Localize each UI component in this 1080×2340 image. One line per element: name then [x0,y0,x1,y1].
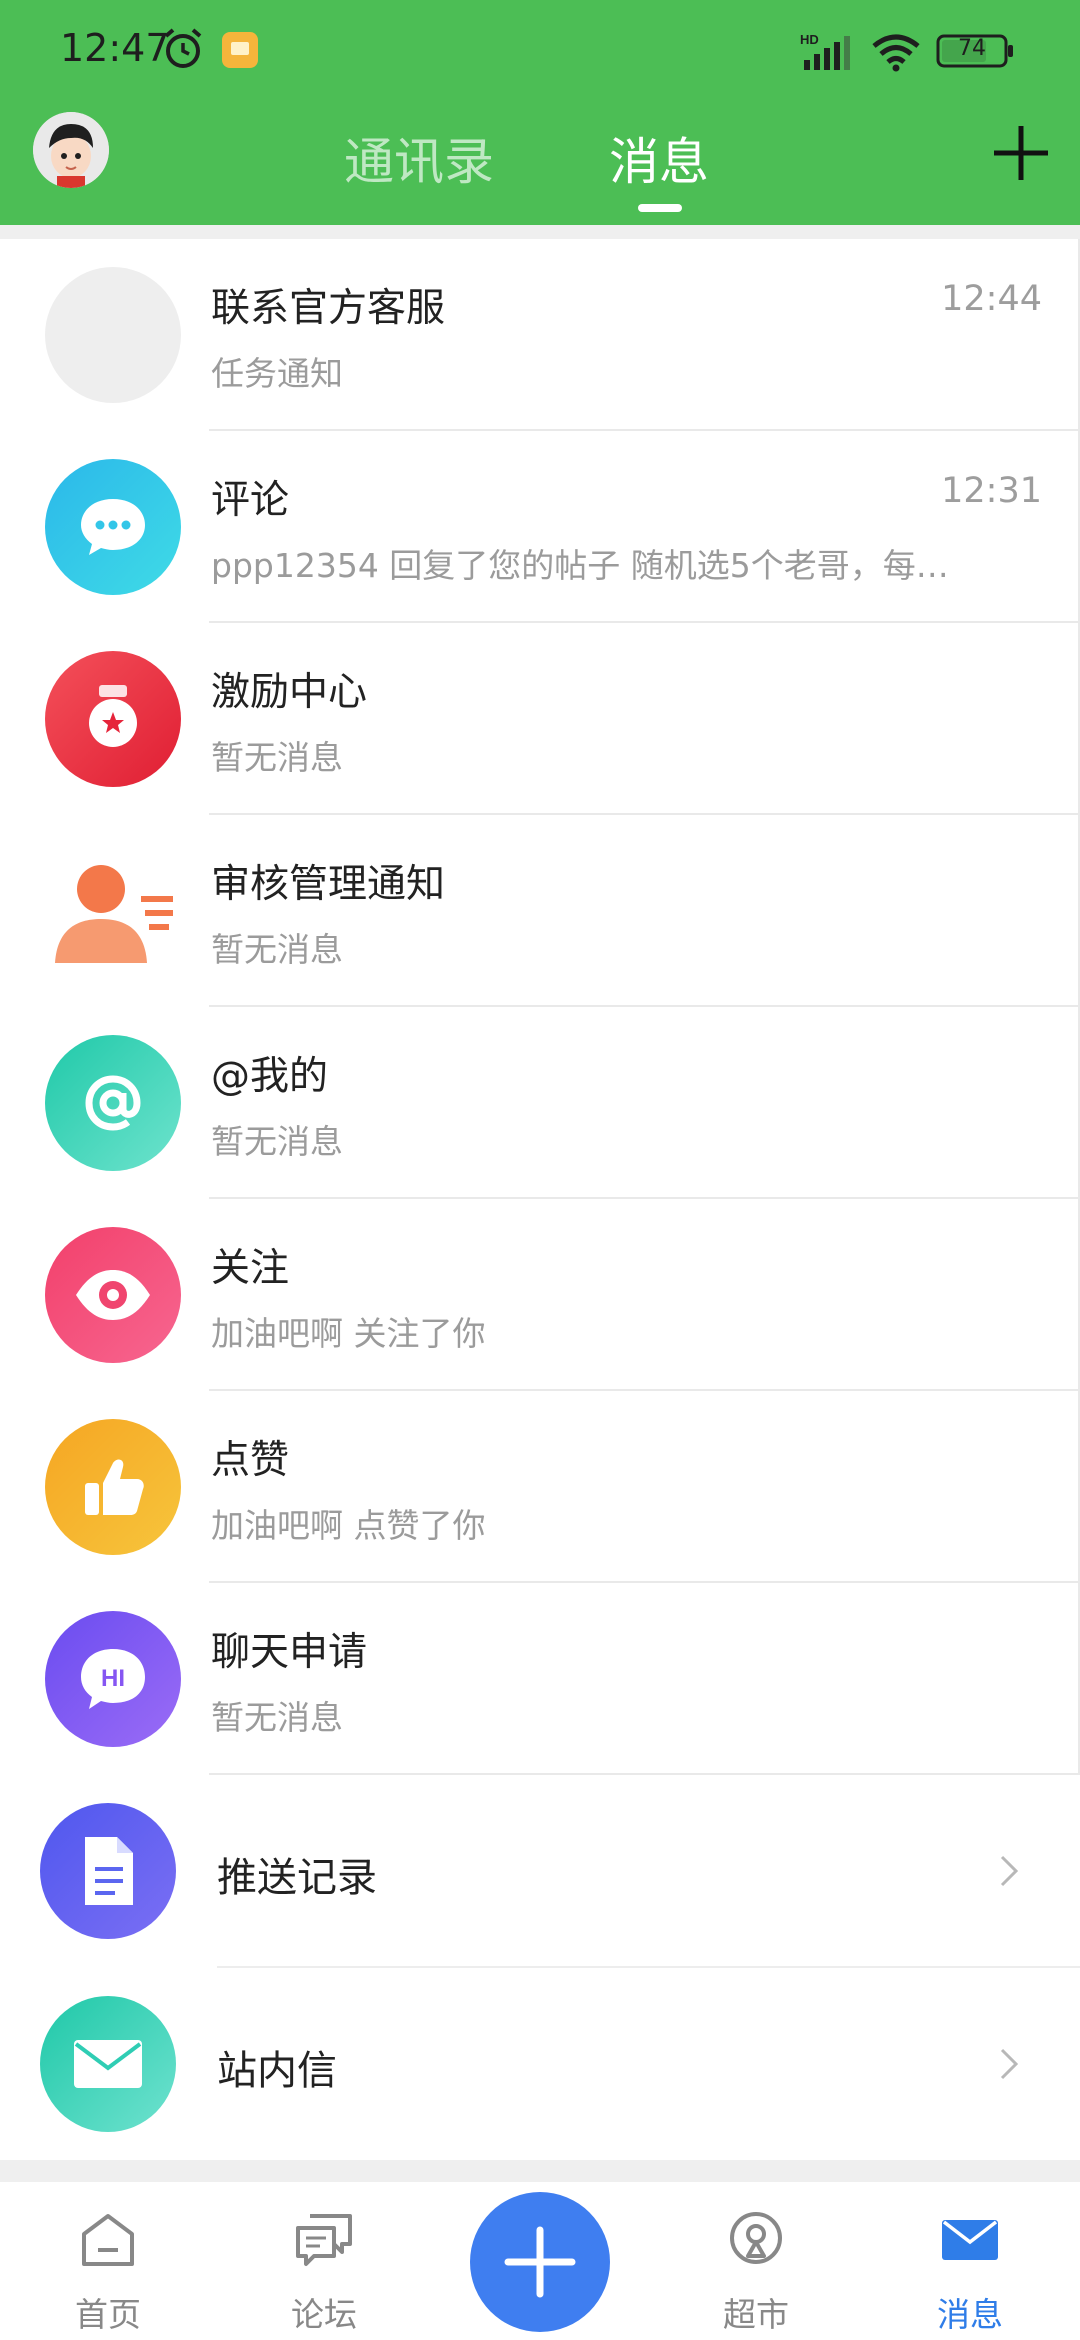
status-bar: 12:47 HD 74 [0,0,1080,100]
list-item-subtitle: 任务通知 [211,354,343,393]
list-item-subtitle: 暂无消息 [211,738,343,777]
list-item-review-notice[interactable]: 审核管理通知 暂无消息 [0,815,1080,1007]
svg-text:HD: HD [800,32,819,47]
eye-icon [45,1227,181,1363]
forum-icon [296,2214,352,2266]
plus-icon [504,2226,576,2298]
alarm-icon [164,28,202,68]
list-item-title: 审核管理通知 [211,862,446,907]
home-icon [82,2214,134,2266]
user-avatar[interactable] [33,112,109,188]
list-item-subtitle: 加油吧啊 关注了你 [211,1314,486,1353]
list-item-title: 点赞 [211,1438,290,1483]
placeholder-avatar-icon [45,267,181,403]
document-icon [40,1803,176,1939]
status-time: 12:47 [60,26,170,70]
list-item-subtitle: 暂无消息 [211,1698,343,1737]
nav-label: 超市 [723,2295,789,2334]
hi-bubble-icon: HI [45,1611,181,1747]
chevron-right-icon [1000,2048,1019,2080]
active-tab-indicator [638,204,682,212]
inbox-label: 站内信 [217,2048,337,2094]
nav-home[interactable]: 首页 [38,2182,178,2340]
list-item-comments[interactable]: 评论 ppp12354 回复了您的帖子 随机选5个老哥，每… 12:31 [0,431,1080,623]
list-item-subtitle: 加油吧啊 点赞了你 [211,1506,486,1545]
app-bar: 通讯录 消息 [0,100,1080,225]
medal-icon [45,651,181,787]
nav-messages[interactable]: 消息 [900,2182,1040,2340]
footer-divider [0,2160,1080,2182]
mail-icon [942,2220,998,2260]
nav-forum[interactable]: 论坛 [254,2182,394,2340]
push-history-label: 推送记录 [217,1855,377,1901]
list-item-mentions[interactable]: @我的 暂无消息 [0,1007,1080,1199]
nav-label: 论坛 [291,2295,357,2334]
list-item-time: 12:31 [941,471,1042,511]
tab-messages[interactable]: 消息 [609,122,709,194]
list-item-title: @我的 [211,1054,329,1099]
create-post-button[interactable] [470,2192,610,2332]
list-item-title: 激励中心 [211,670,368,715]
list-item-chat-request[interactable]: HI 聊天申请 暂无消息 [0,1583,1080,1775]
signal-icon: HD [800,32,850,70]
list-item-title: 关注 [211,1246,290,1291]
list-item-subtitle: 暂无消息 [211,930,343,969]
message-list: 联系官方客服 任务通知 12:44 评论 ppp12354 回复了您的帖子 随机… [0,239,1080,2161]
add-icon[interactable] [990,122,1052,184]
list-item-title: 评论 [211,478,290,523]
list-item-customer-service[interactable]: 联系官方客服 任务通知 12:44 [0,239,1080,431]
list-item-title: 聊天申请 [211,1630,368,1675]
list-item-time: 12:44 [941,279,1042,319]
market-icon [730,2212,782,2264]
battery-level: 74 [958,36,986,61]
list-item-subtitle: ppp12354 回复了您的帖子 随机选5个老哥，每… [211,546,949,585]
inbox-item[interactable]: 站内信 [0,1968,1080,2161]
wifi-icon [872,34,920,72]
header-divider [0,225,1080,239]
list-item-likes[interactable]: 点赞 加油吧啊 点赞了你 [0,1391,1080,1583]
bottom-navigation: 首页 论坛 超市 消息 [0,2182,1080,2340]
chat-bubble-icon [45,459,181,595]
nav-market[interactable]: 超市 [686,2182,826,2340]
thumbs-up-icon [45,1419,181,1555]
envelope-icon [40,1996,176,2132]
push-history-item[interactable]: 推送记录 [0,1775,1080,1968]
avatar-cartoon-icon [33,112,109,188]
svg-text:HI: HI [101,1665,125,1692]
nav-label: 首页 [75,2295,141,2334]
person-list-icon [45,843,181,979]
tab-contacts[interactable]: 通讯录 [344,122,494,194]
list-item-subtitle: 暂无消息 [211,1122,343,1161]
list-item-incentive-center[interactable]: 激励中心 暂无消息 [0,623,1080,815]
header: 12:47 HD 74 通讯录 消息 [0,0,1080,225]
list-item-follows[interactable]: 关注 加油吧啊 关注了你 [0,1199,1080,1391]
chevron-right-icon [1000,1855,1019,1887]
nav-label: 消息 [937,2295,1003,2334]
notification-icon [222,32,258,68]
list-item-title: 联系官方客服 [211,286,446,331]
at-icon [45,1035,181,1171]
